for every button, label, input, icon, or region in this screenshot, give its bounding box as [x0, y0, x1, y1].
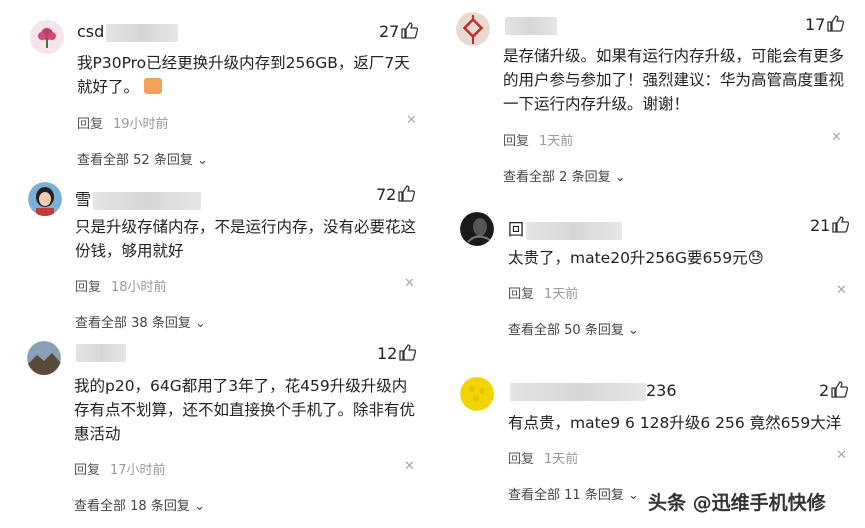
- yellow-flower-avatar-icon: [460, 377, 494, 411]
- timestamp: 19小时前: [113, 117, 169, 132]
- view-all-replies-link[interactable]: 查看全部 50 条回复 ⌄: [508, 319, 639, 338]
- timestamp: 18小时前: [111, 280, 167, 295]
- comment-text: 只是升级存储内存，不是运行内存，没有必要花这份钱，够用就好: [75, 218, 417, 260]
- woman-avatar[interactable]: [28, 182, 62, 216]
- thumbs-up-icon: [831, 381, 849, 398]
- reply-row: 回复 1天前: [508, 448, 578, 467]
- comment-author[interactable]: [503, 15, 557, 35]
- thumbs-up-icon: [398, 185, 416, 202]
- close-icon[interactable]: ✕: [831, 130, 842, 145]
- reply-button[interactable]: 回复: [503, 134, 529, 149]
- chevron-down-icon: ⌄: [189, 499, 205, 514]
- view-all-replies-link[interactable]: 查看全部 52 条回复 ⌄: [77, 149, 208, 168]
- reply-row: 回复 1天前: [503, 130, 573, 149]
- reply-button[interactable]: 回复: [77, 117, 103, 132]
- reply-row: 回复 18小时前: [75, 276, 167, 295]
- view-all-replies-link[interactable]: 查看全部 38 条回复 ⌄: [75, 312, 206, 331]
- chevron-down-icon: ⌄: [610, 170, 626, 185]
- close-icon[interactable]: ✕: [404, 276, 415, 291]
- yellow-avatar[interactable]: [460, 377, 494, 411]
- comment-author[interactable]: csd: [77, 22, 179, 42]
- close-icon[interactable]: ✕: [406, 113, 417, 128]
- watermark: 头条 @迅维手机快修: [648, 492, 826, 514]
- thumbs-up-icon: [401, 22, 419, 39]
- chinese-knot-avatar-icon: [456, 12, 490, 46]
- dark-avatar[interactable]: [460, 212, 494, 246]
- comment-text: 太贵了，mate20升256G要659元😓: [508, 249, 764, 267]
- chevron-down-icon: ⌄: [623, 323, 639, 338]
- like-count[interactable]: 2: [819, 381, 849, 400]
- view-all-replies-link[interactable]: 查看全部 2 条回复 ⌄: [503, 166, 626, 185]
- comment-author[interactable]: 236: [508, 381, 677, 401]
- flower-avatar[interactable]: [30, 20, 64, 54]
- chevron-down-icon: ⌄: [623, 488, 639, 503]
- reply-button[interactable]: 回复: [75, 280, 101, 295]
- reply-button[interactable]: 回复: [508, 452, 534, 467]
- view-all-replies-link[interactable]: 查看全部 18 条回复 ⌄: [74, 495, 205, 514]
- chevron-down-icon: ⌄: [190, 316, 206, 331]
- comment-text: 我的p20，64G都用了3年了，花459升级升级内存有点不划算，还不如直接换个手…: [74, 377, 416, 443]
- reply-button[interactable]: 回复: [508, 287, 534, 302]
- knot-avatar[interactable]: [456, 12, 490, 46]
- reply-row: 回复 19小时前: [77, 113, 169, 132]
- reply-row: 回复 1天前: [508, 283, 578, 302]
- landscape-avatar-icon: [27, 341, 61, 375]
- chevron-down-icon: ⌄: [192, 153, 208, 168]
- thumbs-up-icon: [827, 15, 845, 32]
- thumbs-up-emoji-icon: [143, 78, 162, 94]
- comment-text: 我P30Pro已经更换升级内存到256GB，返厂7天就好了。: [77, 54, 410, 96]
- comment-author[interactable]: 回: [508, 216, 623, 240]
- thumbs-up-icon: [399, 344, 417, 361]
- timestamp: 17小时前: [110, 463, 166, 478]
- like-count[interactable]: 72: [376, 185, 416, 204]
- reply-row: 回复 17小时前: [74, 459, 166, 478]
- close-icon[interactable]: ✕: [836, 448, 847, 463]
- close-icon[interactable]: ✕: [404, 459, 415, 474]
- timestamp: 1天前: [539, 134, 574, 149]
- like-count[interactable]: 21: [810, 216, 850, 235]
- timestamp: 1天前: [544, 287, 579, 302]
- flower-avatar-icon: [30, 20, 64, 54]
- close-icon[interactable]: ✕: [836, 283, 847, 298]
- like-count[interactable]: 27: [379, 22, 419, 41]
- woman-avatar-icon: [28, 182, 62, 216]
- like-count[interactable]: 12: [377, 344, 417, 363]
- comment-author[interactable]: [74, 342, 126, 362]
- like-count[interactable]: 17: [805, 15, 845, 34]
- thumbs-up-icon: [832, 216, 850, 233]
- reply-button[interactable]: 回复: [74, 463, 100, 478]
- comment-text: 有点贵，mate9 6 128升级6 256 竟然659大洋: [508, 414, 842, 432]
- dark-avatar-icon: [460, 212, 494, 246]
- view-all-replies-link[interactable]: 查看全部 11 条回复 ⌄: [508, 484, 639, 503]
- landscape-avatar[interactable]: [27, 341, 61, 375]
- timestamp: 1天前: [544, 452, 579, 467]
- comment-text: 是存储升级。如果有运行内存升级，可能会有更多的用户参与参加了！强烈建议：华为高管…: [503, 47, 845, 113]
- comment-author[interactable]: 雪: [75, 186, 202, 210]
